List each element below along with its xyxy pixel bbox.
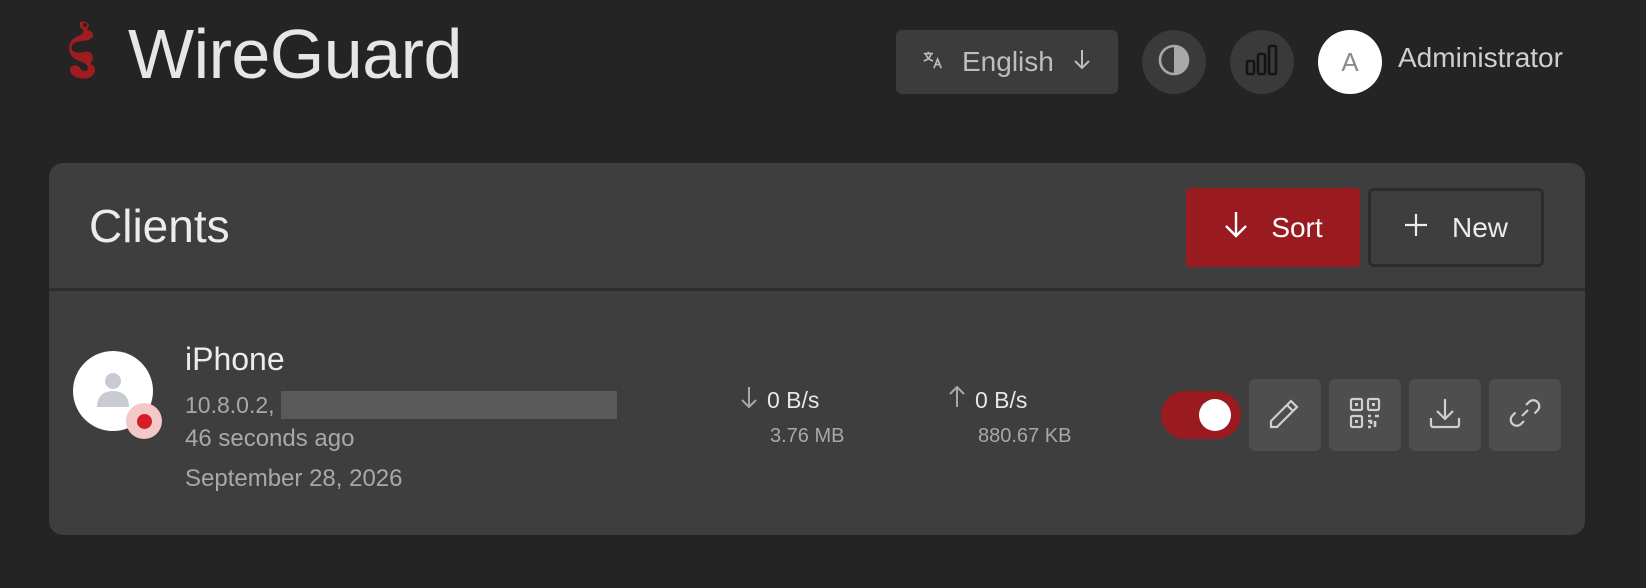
client-tx-stats: 0 B/s 880.67 KB [947, 385, 1071, 448]
client-enable-toggle[interactable] [1161, 391, 1241, 439]
client-rx-stats: 0 B/s 3.76 MB [739, 385, 844, 448]
qr-code-button[interactable] [1329, 379, 1401, 451]
client-created-date: September 28, 2026 [185, 465, 403, 492]
clients-title: Clients [89, 200, 230, 252]
language-select[interactable]: English [896, 30, 1118, 94]
clients-card-header: Clients Sort New [49, 163, 1585, 291]
sort-label: Sort [1271, 211, 1323, 243]
arrow-down-icon [1223, 209, 1249, 246]
rx-total: 3.76 MB [770, 425, 845, 447]
rx-rate: 0 B/s [767, 386, 820, 413]
client-name[interactable]: iPhone [185, 341, 285, 378]
clients-card: Clients Sort New iPhone 10.8.0.2, 46 sec… [49, 163, 1585, 535]
edit-client-button[interactable] [1249, 379, 1321, 451]
user-name[interactable]: Administrator [1398, 42, 1563, 74]
tx-rate: 0 B/s [975, 386, 1028, 413]
qr-code-icon [1348, 396, 1382, 435]
client-status-indicator [126, 403, 162, 439]
link-icon [1508, 396, 1542, 435]
share-link-button[interactable] [1489, 379, 1561, 451]
client-address: 10.8.0.2, [185, 391, 617, 419]
download-icon [1428, 396, 1462, 435]
brand-title: WireGuard [128, 15, 462, 93]
sort-button[interactable]: Sort [1186, 188, 1360, 267]
arrow-down-icon [739, 385, 759, 415]
user-avatar[interactable]: A [1318, 30, 1382, 94]
language-label: English [962, 46, 1054, 77]
client-last-seen: 46 seconds ago [185, 425, 355, 452]
wireguard-logo-icon [58, 18, 102, 84]
user-icon [95, 369, 131, 414]
download-config-button[interactable] [1409, 379, 1481, 451]
translate-icon [922, 46, 944, 78]
bar-chart-icon [1245, 43, 1279, 82]
arrow-up-icon [947, 385, 967, 415]
new-client-button[interactable]: New [1368, 188, 1544, 267]
client-ip[interactable]: 10.8.0.2, [185, 392, 275, 419]
redacted-text [280, 391, 617, 419]
stats-toggle-button[interactable] [1230, 30, 1294, 94]
theme-toggle-button[interactable] [1142, 30, 1206, 94]
tx-total: 880.67 KB [978, 425, 1072, 447]
pencil-icon [1267, 395, 1303, 436]
new-label: New [1451, 211, 1508, 243]
contrast-icon [1157, 43, 1191, 82]
plus-icon [1404, 212, 1428, 244]
arrow-down-icon [1072, 46, 1092, 78]
